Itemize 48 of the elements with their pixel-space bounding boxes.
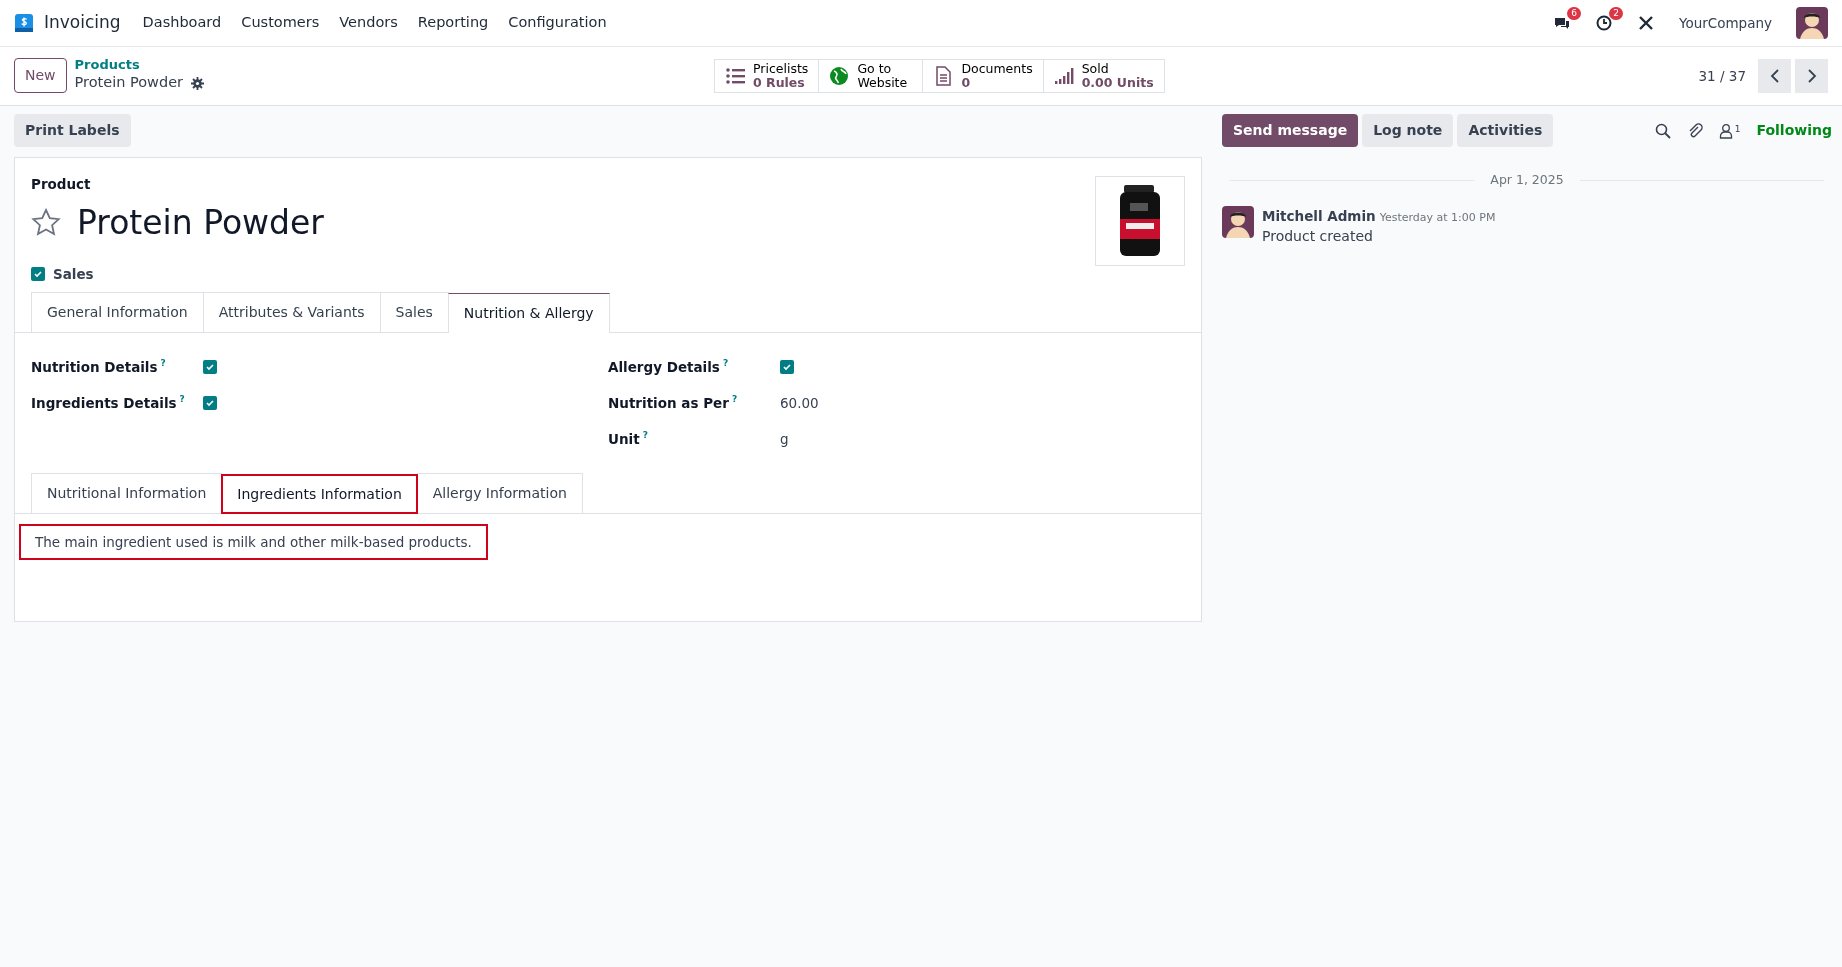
checkbox-label: Sales — [53, 264, 94, 284]
company-name[interactable]: YourCompany — [1678, 12, 1772, 34]
tab-content-text: The main ingredient used is milk and other milk-based products. — [19, 524, 488, 561]
message-author: Mitchell Admin — [1262, 206, 1376, 226]
app-name[interactable]: Invoicing — [44, 10, 121, 36]
chatter-button[interactable]: Activities — [1457, 114, 1554, 147]
menu-item[interactable]: Customers — [231, 12, 330, 34]
tab[interactable]: Nutrition & Allergy — [447, 293, 610, 333]
chatter-button[interactable]: Log note — [1362, 114, 1454, 147]
notification-badge: 2 — [1609, 7, 1623, 20]
field-value[interactable]: g — [780, 428, 789, 450]
tab[interactable]: Allergy Information — [416, 473, 583, 513]
smart-button[interactable]: Pricelists 0 Rules — [714, 58, 820, 94]
field-label: Product — [31, 175, 92, 194]
field-value[interactable]: 60.00 — [780, 392, 819, 414]
field-label: Nutrition as Per — [608, 394, 729, 411]
menu-item[interactable]: Configuration — [498, 12, 617, 34]
help-tooltip[interactable]: ? — [731, 394, 738, 405]
pager-counter: 31 / 37 — [1698, 66, 1746, 86]
tab[interactable]: Ingredients Information — [221, 474, 418, 514]
smart-button[interactable]: Go to Website — [819, 58, 924, 94]
tab[interactable]: Nutritional Information — [31, 473, 223, 513]
help-tooltip[interactable]: ? — [722, 358, 729, 369]
help-tooltip[interactable]: ? — [642, 430, 648, 441]
menu-item[interactable]: Dashboard — [132, 12, 232, 34]
chatter-button[interactable]: Send message — [1222, 114, 1359, 147]
menu-item[interactable]: Vendors — [329, 12, 408, 34]
smart-button[interactable]: Documents 0 — [923, 58, 1044, 94]
help-tooltip[interactable]: ? — [179, 394, 185, 405]
record-name: Protein Powder — [74, 73, 184, 93]
field-label: Allergy Details — [608, 358, 720, 375]
field-label: Unit — [608, 430, 640, 447]
message-body: Product created — [1262, 227, 1374, 247]
field-label: Ingredients Details — [31, 394, 177, 411]
field-label: Nutrition Details — [31, 358, 158, 375]
smart-button[interactable]: Sold 0.00 Units — [1043, 58, 1165, 94]
followers-button[interactable]: 1 — [1718, 122, 1741, 139]
tab[interactable]: General Information — [31, 292, 204, 332]
message-time: Yesterday at 1:00 PM — [1379, 209, 1496, 226]
follow-button[interactable]: Following — [1756, 120, 1832, 141]
product-name-field[interactable]: Protein Powder — [77, 198, 324, 248]
help-tooltip[interactable]: ? — [160, 358, 166, 369]
date-separator: Apr 1, 2025 — [1490, 171, 1564, 189]
breadcrumb-link[interactable]: Products — [74, 57, 205, 73]
print-labels-button[interactable]: Print Labels — [14, 114, 131, 147]
notification-badge: 6 — [1567, 7, 1581, 20]
new-button[interactable]: New — [14, 58, 67, 94]
menu-item[interactable]: Reporting — [407, 12, 499, 34]
